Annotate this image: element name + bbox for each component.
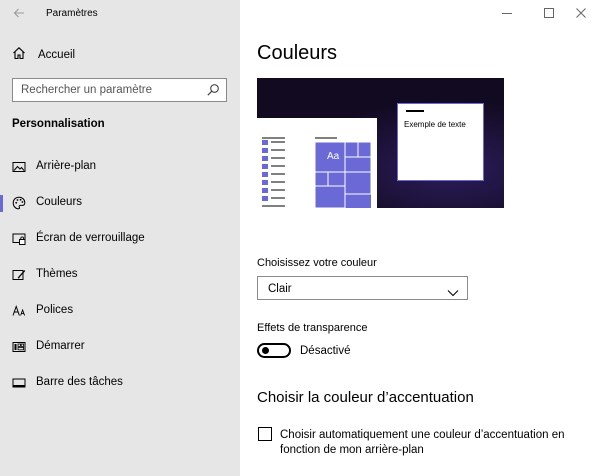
chevron-down-icon — [447, 284, 459, 302]
preview-tile-text: Aa — [327, 151, 340, 162]
sidebar: Accueil Personnalisation Arrière-plan Co… — [0, 0, 240, 476]
image-icon — [12, 160, 26, 174]
sidebar-item-themes[interactable]: Thèmes — [0, 260, 240, 290]
home-label: Accueil — [38, 49, 76, 61]
sidebar-item-lock-screen[interactable]: Écran de verrouillage — [0, 224, 240, 254]
sidebar-item-background[interactable]: Arrière-plan — [0, 152, 240, 182]
minimize-button[interactable] — [497, 4, 517, 22]
search-box[interactable] — [12, 78, 227, 102]
color-mode-label: Choisissez votre couleur — [257, 257, 377, 269]
sidebar-item-label: Barre des tâches — [36, 376, 123, 388]
main-content: Couleurs Aa Exemple de texte Choisissez … — [240, 0, 600, 476]
sidebar-item-label: Couleurs — [36, 196, 83, 208]
fonts-icon — [12, 304, 26, 318]
sidebar-item-taskbar[interactable]: Barre des tâches — [0, 368, 240, 398]
auto-accent-label[interactable]: Choisir automatiquement une couleur d’ac… — [280, 428, 580, 458]
themes-icon — [12, 268, 26, 282]
theme-preview: Aa Exemple de texte — [257, 78, 504, 208]
transparency-toggle[interactable] — [257, 343, 291, 358]
lock-screen-icon — [12, 232, 26, 246]
page-title: Couleurs — [257, 42, 338, 64]
search-input[interactable] — [13, 79, 198, 101]
toggle-knob — [262, 347, 269, 354]
title-bar: Paramètres — [0, 0, 600, 28]
auto-accent-checkbox[interactable] — [258, 427, 272, 441]
maximize-button[interactable] — [539, 4, 559, 22]
home-link[interactable]: Accueil — [12, 46, 75, 64]
window-title: Paramètres — [46, 8, 98, 19]
accent-section-title: Choisir la couleur d’accentuation — [257, 389, 474, 406]
sidebar-item-label: Thèmes — [36, 268, 78, 280]
transparency-state: Désactivé — [300, 345, 351, 357]
preview-sample-window: Exemple de texte — [397, 103, 484, 181]
palette-icon — [12, 196, 26, 210]
sidebar-item-start[interactable]: Démarrer — [0, 332, 240, 362]
sample-text: Exemple de texte — [404, 120, 466, 129]
color-mode-dropdown[interactable]: Clair — [257, 276, 468, 300]
color-mode-value: Clair — [268, 283, 292, 295]
transparency-label: Effets de transparence — [257, 322, 368, 334]
sidebar-item-label: Polices — [36, 304, 74, 316]
back-arrow-icon[interactable] — [12, 6, 28, 22]
sidebar-item-colors[interactable]: Couleurs — [0, 188, 240, 218]
sidebar-item-label: Écran de verrouillage — [36, 232, 145, 244]
search-icon[interactable] — [206, 83, 220, 102]
preview-window: Aa — [257, 118, 377, 208]
section-title: Personnalisation — [12, 118, 105, 130]
taskbar-icon — [12, 376, 26, 390]
start-icon — [12, 340, 26, 354]
sidebar-item-label: Arrière-plan — [36, 160, 97, 172]
selection-indicator — [0, 195, 3, 212]
sidebar-item-fonts[interactable]: Polices — [0, 296, 240, 326]
close-button[interactable] — [571, 4, 591, 22]
sidebar-item-label: Démarrer — [36, 340, 85, 352]
sample-title-bar — [406, 110, 424, 112]
home-icon — [12, 46, 26, 65]
